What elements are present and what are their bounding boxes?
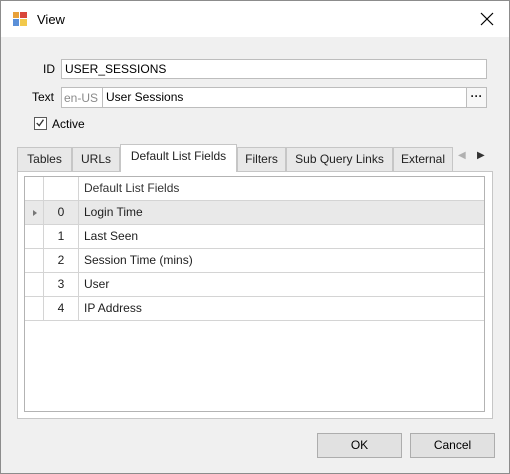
row-number: 4 <box>44 297 79 320</box>
form-icon <box>13 12 27 26</box>
locale-badge: en-US <box>61 87 102 108</box>
ellipsis-button[interactable]: ··· <box>466 87 487 108</box>
row-number: 1 <box>44 225 79 248</box>
column-header[interactable]: Default List Fields <box>79 177 484 200</box>
row-field[interactable]: Last Seen <box>79 225 484 248</box>
title-bar: View <box>1 1 509 37</box>
id-label: ID <box>43 62 55 76</box>
id-field[interactable]: USER_SESSIONS <box>61 59 487 79</box>
current-row-icon <box>33 210 37 216</box>
active-label: Active <box>52 117 85 131</box>
tab-tables[interactable]: Tables <box>17 147 72 171</box>
table-row[interactable]: 0 Login Time <box>25 201 484 225</box>
tab-strip: Tables URLs Default List Fields Filters … <box>17 144 493 172</box>
row-number: 3 <box>44 273 79 296</box>
row-field[interactable]: IP Address <box>79 297 484 320</box>
row-indicator <box>25 225 44 248</box>
active-checkbox[interactable] <box>34 117 47 130</box>
tab-panel: Default List Fields 0 Login Time 1 Last … <box>17 171 493 419</box>
row-field[interactable]: User <box>79 273 484 296</box>
tab-scroll-right-icon[interactable]: ▶ <box>477 150 485 161</box>
table-row[interactable]: 2 Session Time (mins) <box>25 249 484 273</box>
row-field[interactable]: Session Time (mins) <box>79 249 484 272</box>
grid-header: Default List Fields <box>25 177 484 201</box>
header-num-cell <box>44 177 79 200</box>
tab-urls[interactable]: URLs <box>72 147 120 171</box>
fields-grid: Default List Fields 0 Login Time 1 Last … <box>24 176 485 412</box>
row-indicator <box>25 201 44 224</box>
tab-scroll-left-icon[interactable]: ◀ <box>458 150 466 161</box>
window-title: View <box>37 12 65 27</box>
table-row[interactable]: 1 Last Seen <box>25 225 484 249</box>
dialog-window: View ID USER_SESSIONS Text en-US User Se… <box>0 0 510 474</box>
row-field[interactable]: Login Time <box>79 201 484 224</box>
table-row[interactable]: 3 User <box>25 273 484 297</box>
table-row[interactable]: 4 IP Address <box>25 297 484 321</box>
row-indicator <box>25 297 44 320</box>
header-indicator-cell <box>25 177 44 200</box>
row-number: 2 <box>44 249 79 272</box>
text-label: Text <box>32 90 55 104</box>
row-number: 0 <box>44 201 79 224</box>
close-icon[interactable] <box>475 7 499 31</box>
tab-external[interactable]: External <box>393 147 453 171</box>
cancel-button[interactable]: Cancel <box>410 433 495 458</box>
row-indicator <box>25 273 44 296</box>
ok-button[interactable]: OK <box>317 433 402 458</box>
tab-default-list-fields[interactable]: Default List Fields <box>120 144 237 172</box>
tab-filters[interactable]: Filters <box>237 147 286 171</box>
row-indicator <box>25 249 44 272</box>
text-field[interactable]: User Sessions <box>102 87 467 108</box>
tab-sub-query-links[interactable]: Sub Query Links <box>286 147 393 171</box>
checkmark-icon <box>36 119 45 127</box>
